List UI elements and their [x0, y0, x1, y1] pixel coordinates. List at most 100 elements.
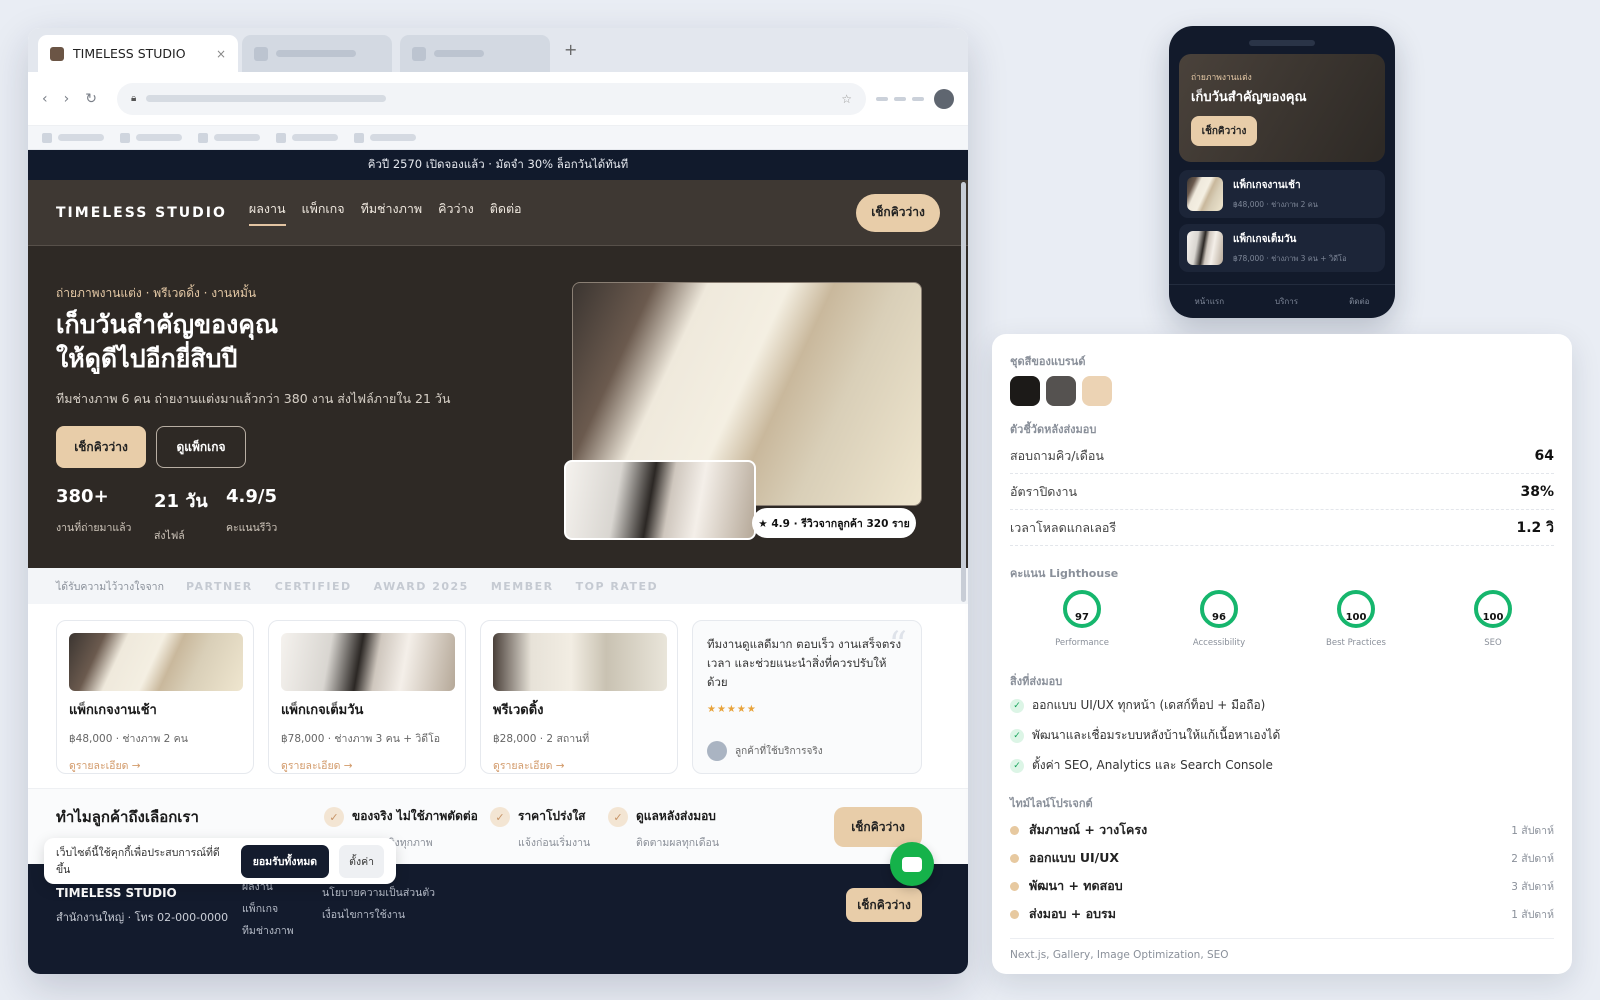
main-nav: ผลงาน แพ็กเกจ ทีมช่างภาพ คิวว่าง ติดต่อ	[248, 199, 522, 226]
chat-button[interactable]	[890, 842, 934, 886]
timeline-duration: 2 สัปดาห์	[1511, 852, 1554, 865]
nav-item-packages[interactable]: แพ็กเกจ	[302, 199, 345, 226]
mobile-package-item[interactable]: แพ็กเกจเต็มวัน ฿78,000 · ช่างภาพ 3 คน + ว…	[1179, 224, 1385, 272]
score-ring: 100	[1337, 590, 1375, 628]
lock-icon: 🔒︎	[130, 93, 137, 104]
mobile-hero: ถ่ายภาพงานแต่ง เก็บวันสำคัญของคุณ เช็กคิ…	[1179, 54, 1385, 162]
nav-item-team[interactable]: ทีมช่างภาพ	[361, 199, 423, 226]
check-icon: ✓	[1010, 758, 1024, 773]
footer-link[interactable]: นโยบายความเป็นส่วนตัว	[322, 882, 435, 904]
package-details-link[interactable]: ดูรายละเอียด →	[69, 757, 241, 774]
extensions[interactable]	[876, 96, 924, 101]
timeline-step: ออกแบบ UI/UX	[1029, 850, 1120, 865]
footer-link[interactable]: ทีมช่างภาพ	[242, 920, 294, 942]
package-card[interactable]: แพ็กเกจงานเช้า ฿48,000 · ช่างภาพ 2 คน ดู…	[56, 620, 254, 774]
mobile-check-availability-button[interactable]: เช็กคิวว่าง	[1191, 116, 1257, 146]
announcement-bar: คิวปี 2570 เปิดจองแล้ว · มัดจำ 30% ล็อกว…	[28, 150, 968, 180]
cookie-text: เว็บไซต์นี้ใช้คุกกี้เพื่อประสบการณ์ที่ดี…	[56, 847, 220, 876]
timeline-step: สัมภาษณ์ + วางโครง	[1029, 822, 1148, 837]
score-ring: 97	[1063, 590, 1101, 628]
mobile-nav-home[interactable]: หน้าแรก	[1195, 295, 1225, 308]
timeline-item: พัฒนา + ทดสอบ 3 สัปดาห์	[1010, 876, 1554, 896]
package-photo	[281, 633, 455, 691]
bookmark-item[interactable]	[42, 132, 104, 143]
back-icon[interactable]: ‹	[42, 91, 48, 107]
mobile-package-thumb	[1187, 231, 1223, 265]
hero-check-availability-button[interactable]: เช็กคิวว่าง	[56, 426, 146, 468]
tab-title-placeholder	[276, 50, 356, 57]
timeline-item: ออกแบบ UI/UX 2 สัปดาห์	[1010, 848, 1554, 868]
bookmark-item[interactable]	[198, 132, 260, 143]
metric-row: สอบถามคิว/เดือน 64	[1010, 438, 1554, 474]
favicon-icon	[50, 46, 64, 61]
package-card[interactable]: แพ็กเกจเต็มวัน ฿78,000 · ช่างภาพ 3 คน + …	[268, 620, 466, 774]
bookmark-item[interactable]	[354, 132, 416, 143]
bookmark-star-icon[interactable]: ☆	[841, 92, 852, 106]
testimonial-stars: ★★★★★	[707, 704, 757, 715]
favicon-icon	[254, 46, 268, 61]
why-check-availability-button[interactable]: เช็กคิวว่าง	[834, 807, 922, 847]
hero-section: ถ่ายภาพงานแต่ง · พรีเวดดิ้ง · งานหมั้น เ…	[28, 246, 968, 568]
metric-value: 38%	[1520, 483, 1554, 500]
deliverable-text: ตั้งค่า SEO, Analytics และ Search Consol…	[1032, 758, 1273, 772]
package-card[interactable]: พรีเวดดิ้ง ฿28,000 · 2 สถานที่ ดูรายละเอ…	[480, 620, 678, 774]
color-swatch	[1082, 376, 1112, 406]
bookmark-item[interactable]	[120, 132, 182, 143]
partners-label: ได้รับความไว้วางใจจาก	[56, 580, 164, 593]
mobile-package-meta: ฿78,000 · ช่างภาพ 3 คน + วิดีโอ	[1233, 253, 1347, 263]
deliverables-title: สิ่งที่ส่งมอบ	[1010, 675, 1063, 688]
cookie-settings-button[interactable]: ตั้งค่า	[339, 844, 384, 878]
package-details-link[interactable]: ดูรายละเอียด →	[493, 757, 665, 774]
tab-bar: TIMELESS STUDIO × +	[28, 28, 968, 72]
hero-view-packages-button[interactable]: ดูแพ็กเกจ	[156, 426, 246, 468]
profile-avatar[interactable]	[934, 88, 954, 109]
url-input[interactable]: 🔒︎ ☆	[116, 82, 866, 115]
check-icon: ✓	[324, 807, 344, 827]
hero-title-line: เก็บวันสำคัญของคุณ	[56, 310, 279, 339]
scrollbar[interactable]	[961, 182, 966, 602]
stat-label: คะแนนรีวิว	[226, 522, 278, 534]
tab-placeholder[interactable]	[400, 35, 550, 72]
deliverable-text: พัฒนาและเชื่อมระบบหลังบ้านให้แก้เนื้อหาเ…	[1032, 728, 1281, 742]
feature-title: ของจริง ไม่ใช้ภาพตัดต่อ	[352, 809, 478, 823]
accept-all-button[interactable]: ยอมรับทั้งหมด	[240, 844, 330, 878]
forward-icon[interactable]: ›	[64, 91, 70, 107]
score-ring: 96	[1200, 590, 1238, 628]
header-check-availability-button[interactable]: เช็กคิวว่าง	[856, 193, 940, 232]
mobile-package-thumb	[1187, 177, 1223, 211]
close-icon[interactable]: ×	[216, 47, 226, 61]
package-meta: ฿28,000 · 2 สถานที่	[493, 733, 590, 745]
rating-badge: ★ 4.9 · รีวิวจากลูกค้า 320 ราย	[752, 508, 916, 538]
stat-value: 380+	[56, 486, 109, 507]
author-avatar	[707, 741, 727, 761]
mobile-nav-contact[interactable]: ติดต่อ	[1349, 295, 1369, 308]
package-title: แพ็กเกจงานเช้า	[69, 703, 157, 718]
reload-icon[interactable]: ↻	[85, 91, 97, 107]
tab-placeholder[interactable]	[242, 35, 392, 72]
footer-link[interactable]: เงื่อนไขการใช้งาน	[322, 904, 435, 926]
tab-title: TIMELESS STUDIO	[73, 46, 186, 61]
footer-check-availability-button[interactable]: เช็กคิวว่าง	[846, 888, 922, 922]
check-icon: ✓	[608, 807, 628, 827]
stat-label: งานที่ถ่ายมาแล้ว	[56, 522, 132, 534]
nav-item-portfolio[interactable]: ผลงาน	[248, 199, 286, 226]
check-icon: ✓	[1010, 698, 1024, 713]
timeline-dot	[1010, 881, 1019, 891]
mobile-nav-services[interactable]: บริการ	[1275, 295, 1298, 308]
footer-link[interactable]: แพ็กเกจ	[242, 898, 294, 920]
new-tab-button[interactable]: +	[564, 40, 577, 59]
mobile-package-meta: ฿48,000 · ช่างภาพ 2 คน	[1233, 199, 1318, 209]
mobile-package-item[interactable]: แพ็กเกจงานเช้า ฿48,000 · ช่างภาพ 2 คน	[1179, 170, 1385, 218]
tab-timeless-studio[interactable]: TIMELESS STUDIO ×	[38, 35, 238, 72]
timeline-step: พัฒนา + ทดสอบ	[1029, 878, 1123, 893]
nav-item-contact[interactable]: ติดต่อ	[490, 199, 522, 226]
package-photo	[493, 633, 667, 691]
partner-logo: TOP RATED	[575, 579, 659, 593]
bookmark-item[interactable]	[276, 132, 338, 143]
nav-item-availability[interactable]: คิวว่าง	[438, 199, 474, 226]
package-details-link[interactable]: ดูรายละเอียด →	[281, 757, 453, 774]
package-title: พรีเวดดิ้ง	[493, 703, 544, 718]
site-logo[interactable]: TIMELESS STUDIO	[56, 205, 227, 221]
feature-title: ดูแลหลังส่งมอบ	[636, 809, 716, 823]
mobile-preview: ถ่ายภาพงานแต่ง เก็บวันสำคัญของคุณ เช็กคิ…	[1169, 26, 1395, 318]
